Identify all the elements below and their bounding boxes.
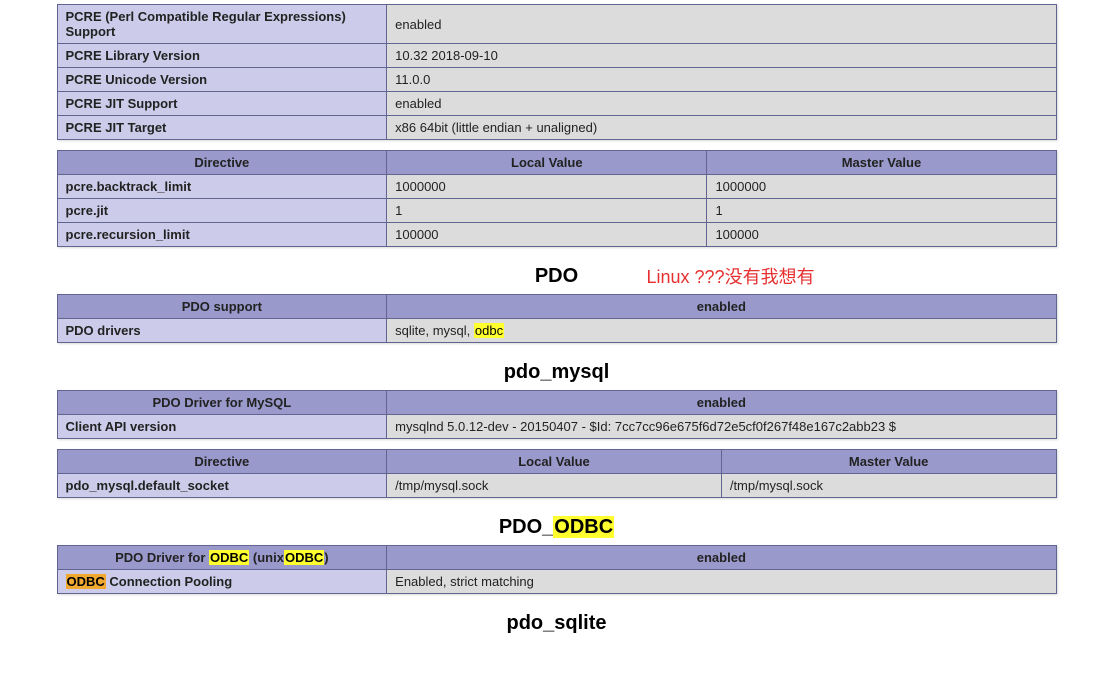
label-rest: Connection Pooling <box>106 574 232 589</box>
cell-value: Enabled, strict matching <box>387 570 1056 594</box>
pdo-drivers-highlight: odbc <box>474 323 504 338</box>
table-header-row: PDO support enabled <box>57 295 1056 319</box>
table-row: PCRE JIT Support enabled <box>57 92 1056 116</box>
cell-master: 100000 <box>707 223 1056 247</box>
pdo-mysql-directives-table: Directive Local Value Master Value pdo_m… <box>57 449 1057 498</box>
cell-master: /tmp/mysql.sock <box>721 474 1056 498</box>
cell-value: enabled <box>387 92 1056 116</box>
cell-directive: pdo_mysql.default_socket <box>57 474 387 498</box>
header-directive: Directive <box>57 151 387 175</box>
cell-value: enabled <box>387 5 1056 44</box>
table-header-row: PDO Driver for MySQL enabled <box>57 391 1056 415</box>
cell-value: 11.0.0 <box>387 68 1056 92</box>
cell-label: PCRE (Perl Compatible Regular Expression… <box>57 5 387 44</box>
header-mid: (unix <box>249 550 284 565</box>
header-hl1: ODBC <box>209 550 249 565</box>
table-row: pcre.backtrack_limit 1000000 1000000 <box>57 175 1056 199</box>
header-pdo-support: PDO support <box>57 295 387 319</box>
cell-local: 1000000 <box>387 175 707 199</box>
cell-local: /tmp/mysql.sock <box>387 474 722 498</box>
table-row: PCRE Library Version 10.32 2018-09-10 <box>57 44 1056 68</box>
cell-label: PCRE JIT Target <box>57 116 387 140</box>
cell-local: 100000 <box>387 223 707 247</box>
section-title-pdo-odbc: PDO_ODBC <box>57 516 1057 539</box>
header-enabled: enabled <box>387 546 1056 570</box>
cell-label: PCRE Unicode Version <box>57 68 387 92</box>
section-title-pdo-sqlite: pdo_sqlite <box>57 612 1057 635</box>
header-master: Master Value <box>707 151 1056 175</box>
cell-label: PDO drivers <box>57 319 387 343</box>
cell-local: 1 <box>387 199 707 223</box>
cell-directive: pcre.backtrack_limit <box>57 175 387 199</box>
cell-directive: pcre.recursion_limit <box>57 223 387 247</box>
header-prefix: PDO Driver for <box>115 550 209 565</box>
table-row: Client API version mysqlnd 5.0.12-dev - … <box>57 415 1056 439</box>
label-hl: ODBC <box>66 574 106 589</box>
header-enabled: enabled <box>387 295 1056 319</box>
cell-value: x86 64bit (little endian + unaligned) <box>387 116 1056 140</box>
cell-master: 1 <box>707 199 1056 223</box>
table-row: PDO drivers sqlite, mysql, odbc <box>57 319 1056 343</box>
table-row: pdo_mysql.default_socket /tmp/mysql.sock… <box>57 474 1056 498</box>
cell-value: sqlite, mysql, odbc <box>387 319 1056 343</box>
table-header-row: Directive Local Value Master Value <box>57 450 1056 474</box>
pdo-table: PDO support enabled PDO drivers sqlite, … <box>57 294 1057 343</box>
table-row: PCRE Unicode Version 11.0.0 <box>57 68 1056 92</box>
table-row: PCRE JIT Target x86 64bit (little endian… <box>57 116 1056 140</box>
table-row: ODBC Connection Pooling Enabled, strict … <box>57 570 1056 594</box>
pdo-odbc-table: PDO Driver for ODBC (unixODBC) enabled O… <box>57 545 1057 594</box>
cell-label: PCRE JIT Support <box>57 92 387 116</box>
table-row: pcre.recursion_limit 100000 100000 <box>57 223 1056 247</box>
header-enabled: enabled <box>387 391 1056 415</box>
annotation-linux: Linux ???没有我想有 <box>647 263 815 289</box>
header-local: Local Value <box>387 450 722 474</box>
cell-master: 1000000 <box>707 175 1056 199</box>
cell-label: ODBC Connection Pooling <box>57 570 387 594</box>
pcre-info-table: PCRE (Perl Compatible Regular Expression… <box>57 4 1057 140</box>
cell-value: mysqlnd 5.0.12-dev - 20150407 - $Id: 7cc… <box>387 415 1056 439</box>
cell-label: Client API version <box>57 415 387 439</box>
header-hl2: ODBC <box>284 550 324 565</box>
cell-directive: pcre.jit <box>57 199 387 223</box>
table-header-row: Directive Local Value Master Value <box>57 151 1056 175</box>
cell-label: PCRE Library Version <box>57 44 387 68</box>
header-pdo-mysql-driver: PDO Driver for MySQL <box>57 391 387 415</box>
table-row: PCRE (Perl Compatible Regular Expression… <box>57 5 1056 44</box>
title-highlight: ODBC <box>553 516 614 538</box>
pcre-directives-table: Directive Local Value Master Value pcre.… <box>57 150 1057 247</box>
cell-value: 10.32 2018-09-10 <box>387 44 1056 68</box>
header-pdo-odbc-driver: PDO Driver for ODBC (unixODBC) <box>57 546 387 570</box>
section-title-pdo-mysql: pdo_mysql <box>57 361 1057 384</box>
header-suffix: ) <box>324 550 328 565</box>
header-local: Local Value <box>387 151 707 175</box>
table-row: pcre.jit 1 1 <box>57 199 1056 223</box>
pdo-mysql-info-table: PDO Driver for MySQL enabled Client API … <box>57 390 1057 439</box>
title-prefix: PDO_ <box>499 516 553 538</box>
table-header-row: PDO Driver for ODBC (unixODBC) enabled <box>57 546 1056 570</box>
header-directive: Directive <box>57 450 387 474</box>
section-title-pdo: PDO <box>57 265 1057 288</box>
header-master: Master Value <box>721 450 1056 474</box>
pdo-drivers-prefix: sqlite, mysql, <box>395 323 474 338</box>
